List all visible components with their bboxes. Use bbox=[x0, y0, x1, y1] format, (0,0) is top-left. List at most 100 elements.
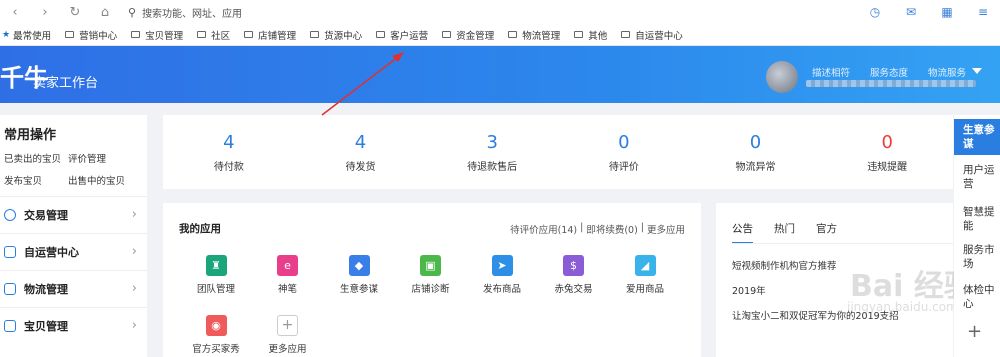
app-icon: ➤ bbox=[491, 255, 513, 276]
quick-link-reviews[interactable]: 评价管理 bbox=[68, 151, 106, 165]
app-icon: + bbox=[277, 315, 298, 336]
stat-pending-payment[interactable]: 4 待付款 bbox=[163, 115, 295, 189]
browser-toolbar: ‹ › ↻ ⌂ ⚲ 搜索功能、网址、应用 ◷ ✉ ▦ ≡ bbox=[0, 0, 1000, 24]
app-icon: e bbox=[277, 255, 298, 276]
app-label: 官方买家秀 bbox=[192, 344, 240, 355]
app-subtitle: 卖家工作台 bbox=[33, 76, 99, 91]
bookmark-item[interactable]: 营销中心 bbox=[65, 28, 117, 42]
app-tile[interactable]: ◉ 官方买家秀 bbox=[181, 315, 251, 355]
quick-link-publish[interactable]: 发布宝贝 bbox=[4, 173, 42, 187]
bookmarks-bar: ★ 最常使用 营销中心 宝贝管理 社区 店铺管理 货源中心 客户运营 资金管理 物… bbox=[0, 24, 1000, 46]
tab-official[interactable]: 官方 bbox=[816, 221, 837, 244]
stat-refunds[interactable]: 3 待退款售后 bbox=[426, 115, 558, 189]
divider bbox=[732, 243, 953, 244]
folder-icon bbox=[131, 31, 141, 38]
rail-item-analytics[interactable]: 生意参谋 bbox=[954, 119, 1000, 155]
chevron-right-icon[interactable]: › bbox=[34, 1, 56, 23]
folder-icon bbox=[244, 31, 254, 38]
app-tile[interactable]: ▣ 店铺诊断 bbox=[396, 255, 466, 295]
bookmark-item[interactable]: 客户运营 bbox=[376, 28, 428, 42]
avatar[interactable] bbox=[766, 61, 798, 93]
app-label: 爱用商品 bbox=[625, 284, 664, 295]
add-icon[interactable]: + bbox=[967, 321, 982, 342]
sidebar-item-goods[interactable]: 宝贝管理 › bbox=[0, 307, 147, 343]
my-apps-panel: 我的应用 待评价应用(14) | 即将续费(0) | 更多应用 ♜ 团队管理 e 神笔… bbox=[163, 203, 701, 357]
sidebar-item-logistics[interactable]: 物流管理 › bbox=[0, 270, 147, 306]
bag-icon bbox=[4, 319, 16, 332]
stat-violations[interactable]: 0 违规提醒 bbox=[821, 115, 953, 189]
sidebar-item-trade[interactable]: 交易管理 › bbox=[0, 196, 147, 232]
notice-item[interactable]: 短视频制作机构官方推荐 bbox=[732, 258, 837, 272]
bookmark-item[interactable]: 其他 bbox=[574, 28, 607, 42]
app-tile[interactable]: e 神笔 bbox=[253, 255, 323, 295]
folder-icon bbox=[621, 31, 631, 38]
search-bar[interactable]: ⚲ 搜索功能、网址、应用 bbox=[128, 5, 242, 20]
rating-description: 描述相符 bbox=[812, 68, 851, 79]
right-rail: 生意参谋 用户运营 智慧提能 服务市场 体检中心 + bbox=[954, 115, 1000, 357]
folder-icon bbox=[197, 31, 207, 38]
quick-link-sold[interactable]: 已卖出的宝贝 bbox=[4, 151, 61, 165]
caret-down-icon[interactable] bbox=[972, 68, 982, 74]
apps-more-link[interactable]: 更多应用 bbox=[647, 222, 685, 236]
sidebar-title: 常用操作 bbox=[4, 128, 57, 143]
bookmark-item[interactable]: 自运营中心 bbox=[621, 28, 683, 42]
stat-logistics-exception[interactable]: 0 物流异常 bbox=[690, 115, 822, 189]
sidebar-item-self-ops[interactable]: 自运营中心 › bbox=[0, 233, 147, 269]
folder-icon bbox=[508, 31, 518, 38]
tab-announcements[interactable]: 公告 bbox=[732, 221, 753, 244]
sidebar: 常用操作 已卖出的宝贝 评价管理 发布宝贝 出售中的宝贝 交易管理 › 自运营中… bbox=[0, 115, 147, 357]
rating-service: 服务态度 bbox=[870, 68, 909, 79]
app-icon: ▣ bbox=[420, 255, 441, 276]
chevron-left-icon[interactable]: ‹ bbox=[4, 1, 26, 23]
home-icon[interactable]: ⌂ bbox=[94, 1, 116, 23]
app-label: 店铺诊断 bbox=[411, 284, 450, 295]
bookmark-frequent[interactable]: ★ 最常使用 bbox=[2, 28, 51, 42]
apps-pending-review-link[interactable]: 待评价应用(14) bbox=[510, 222, 577, 236]
apps-links: 待评价应用(14) | 即将续费(0) | 更多应用 bbox=[510, 222, 685, 236]
bookmark-item[interactable]: 货源中心 bbox=[310, 28, 362, 42]
bookmark-item[interactable]: 店铺管理 bbox=[244, 28, 296, 42]
app-tile[interactable]: + 更多应用 bbox=[253, 315, 323, 355]
app-tile[interactable]: ◢ 爱用商品 bbox=[610, 255, 680, 295]
menu-icon[interactable]: ≡ bbox=[972, 1, 994, 23]
chat-icon bbox=[4, 245, 16, 258]
separator: | bbox=[580, 222, 584, 233]
chevron-right-icon: › bbox=[131, 281, 137, 296]
bookmark-item[interactable]: 宝贝管理 bbox=[131, 28, 183, 42]
folder-icon bbox=[310, 31, 320, 38]
rail-item-checkup[interactable]: 体检中心 bbox=[954, 283, 1000, 313]
bookmark-item[interactable]: 物流管理 bbox=[508, 28, 560, 42]
app-label: 团队管理 bbox=[196, 284, 235, 295]
mail-icon[interactable]: ✉ bbox=[900, 1, 922, 23]
stat-pending-review[interactable]: 0 待评价 bbox=[558, 115, 690, 189]
clock-icon[interactable]: ◷ bbox=[864, 1, 886, 23]
rail-item-user-ops[interactable]: 用户运营 bbox=[954, 163, 1000, 193]
chevron-right-icon: › bbox=[131, 207, 137, 222]
quick-link-on-sale[interactable]: 出售中的宝贝 bbox=[68, 173, 125, 187]
calendar-icon[interactable]: ▦ bbox=[936, 1, 958, 23]
app-tile[interactable]: ♜ 团队管理 bbox=[181, 255, 251, 295]
truck-icon bbox=[4, 282, 16, 295]
apps-renewal-link[interactable]: 即将续费(0) bbox=[586, 222, 637, 236]
app-tile[interactable]: ◆ 生意参谋 bbox=[324, 255, 394, 295]
rail-item-smart[interactable]: 智慧提能 bbox=[954, 205, 1000, 235]
app-tile[interactable]: ➤ 发布商品 bbox=[467, 255, 537, 295]
app-icon: ◉ bbox=[205, 315, 227, 336]
app-header: 千牛 卖家工作台 描述相符 服务态度 物流服务 bbox=[0, 46, 1000, 103]
tab-hot[interactable]: 热门 bbox=[774, 221, 795, 244]
rating-logistics: 物流服务 bbox=[928, 68, 967, 79]
search-input[interactable]: 搜索功能、网址、应用 bbox=[142, 5, 242, 20]
app-tile[interactable]: $ 赤兔交易 bbox=[539, 255, 609, 295]
refresh-icon[interactable]: ↻ bbox=[64, 1, 86, 23]
app-label: 赤兔交易 bbox=[554, 284, 593, 295]
stat-pending-shipment[interactable]: 4 待发货 bbox=[295, 115, 427, 189]
chevron-right-icon: › bbox=[131, 318, 137, 333]
star-icon: ★ bbox=[2, 29, 11, 40]
folder-icon bbox=[442, 31, 452, 38]
rail-item-market[interactable]: 服务市场 bbox=[954, 243, 1000, 273]
bookmark-item[interactable]: 社区 bbox=[197, 28, 230, 42]
bookmark-item[interactable]: 资金管理 bbox=[442, 28, 494, 42]
app-icon: ◆ bbox=[348, 255, 370, 276]
notice-item[interactable]: 2019年 bbox=[732, 283, 766, 297]
folder-icon bbox=[65, 31, 75, 38]
